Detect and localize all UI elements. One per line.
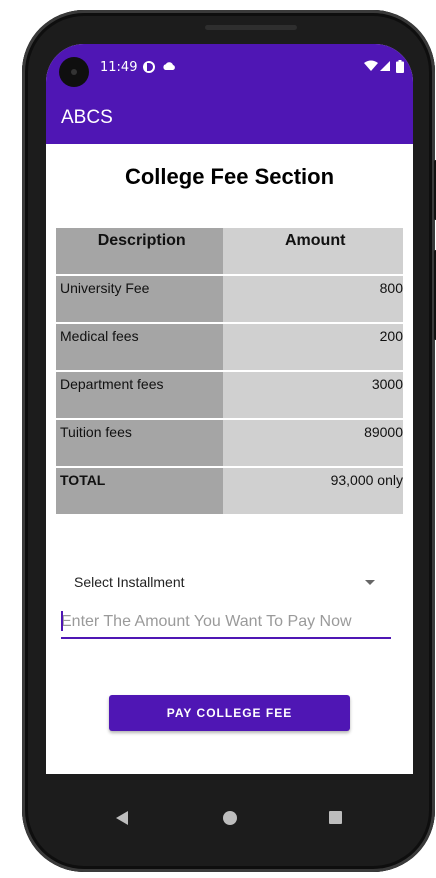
table-header-row: Description Amount	[56, 228, 403, 276]
app-notification-icon	[142, 60, 156, 77]
dropdown-arrow-icon	[365, 580, 375, 585]
wifi-icon	[364, 60, 378, 75]
status-time: 11:49	[100, 60, 138, 75]
column-header-description: Description	[56, 228, 224, 276]
app-screen: 11:49 ABCS College Fee Section Descripti…	[46, 44, 413, 774]
cloud-icon	[162, 60, 176, 75]
fee-description: University Fee	[56, 276, 224, 324]
fee-amount: 200	[223, 324, 403, 372]
installment-selected-value: Select Installment	[74, 574, 185, 590]
table-row: Tuition fees 89000	[56, 420, 403, 468]
fee-description: Department fees	[56, 372, 224, 420]
app-title: ABCS	[61, 107, 113, 128]
recents-icon[interactable]	[329, 811, 342, 824]
table-row: Medical fees 200	[56, 324, 403, 372]
installment-dropdown[interactable]: Select Installment	[60, 568, 378, 598]
back-icon[interactable]	[116, 811, 128, 825]
status-bar: 11:49	[46, 44, 413, 92]
table-row: Department fees 3000	[56, 372, 403, 420]
table-total-row: TOTAL 93,000 only	[56, 468, 403, 516]
total-amount: 93,000 only	[223, 468, 403, 516]
text-cursor	[61, 611, 63, 631]
amount-input[interactable]	[61, 607, 391, 639]
signal-icon	[380, 60, 391, 75]
page-title: College Fee Section	[124, 164, 335, 189]
total-label: TOTAL	[56, 468, 224, 516]
column-header-amount: Amount	[223, 228, 403, 276]
front-camera	[59, 57, 89, 87]
speaker-grille	[205, 25, 297, 30]
fee-description: Tuition fees	[56, 420, 224, 468]
app-bar: ABCS	[46, 92, 413, 144]
home-icon[interactable]	[223, 811, 237, 825]
fee-description: Medical fees	[56, 324, 224, 372]
table-row: University Fee 800	[56, 276, 403, 324]
battery-icon	[396, 60, 404, 76]
fee-table: Description Amount University Fee 800 Me…	[56, 228, 403, 516]
pay-college-fee-button[interactable]: PAY COLLEGE FEE	[109, 695, 350, 731]
fee-amount: 89000	[223, 420, 403, 468]
fee-amount: 800	[223, 276, 403, 324]
fee-amount: 3000	[223, 372, 403, 420]
system-nav-bar	[46, 774, 413, 862]
